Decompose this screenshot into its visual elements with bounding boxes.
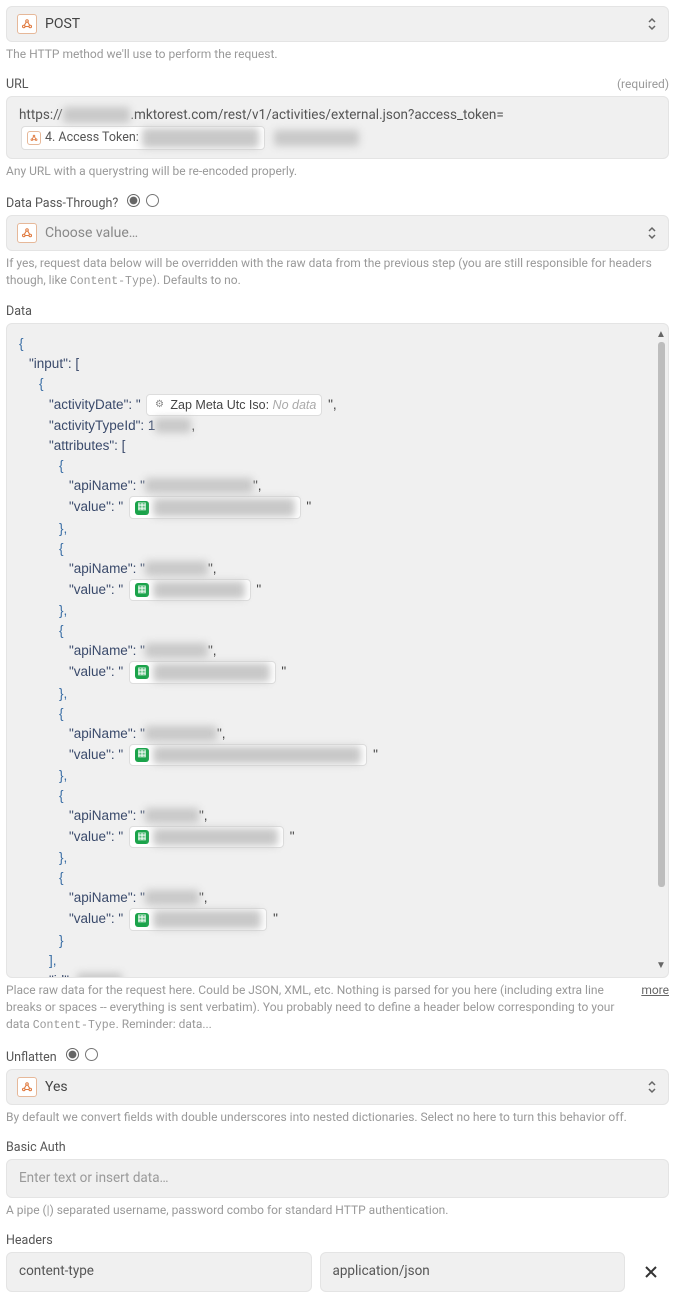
access-token-pill[interactable]: 4. Access Token: XXXXXXXXXXXXXXX bbox=[21, 126, 265, 150]
header-value-input[interactable]: application/json bbox=[320, 1252, 626, 1292]
unflatten-help: By default we convert fields with double… bbox=[6, 1109, 669, 1126]
header-key-input[interactable]: content-type bbox=[6, 1252, 312, 1292]
scroll-up-icon[interactable]: ▲ bbox=[656, 330, 666, 340]
unflatten-value: Yes bbox=[45, 1079, 646, 1095]
unflatten-label: Unflatten bbox=[6, 1050, 57, 1065]
remove-header-button[interactable] bbox=[633, 1254, 669, 1290]
close-icon bbox=[643, 1264, 659, 1280]
sheets-icon: ▦ bbox=[135, 583, 149, 597]
sheets-icon: ▦ bbox=[135, 665, 149, 679]
passthrough-help: If yes, request data below will be overr… bbox=[6, 255, 669, 290]
headers-label: Headers bbox=[6, 1233, 53, 1248]
url-help: Any URL with a querystring will be re-en… bbox=[6, 163, 669, 180]
passthrough-placeholder: Choose value… bbox=[45, 225, 646, 241]
sheets-icon: ▦ bbox=[135, 501, 149, 515]
chevron-updown-icon bbox=[646, 225, 658, 241]
webhook-icon bbox=[27, 131, 41, 145]
sheets-value-pill[interactable]: ▦XXXXXXXXXXXXX bbox=[129, 908, 267, 931]
data-label: Data bbox=[6, 304, 32, 319]
url-required: (required) bbox=[617, 77, 669, 91]
method-help: The HTTP method we'll use to perform the… bbox=[6, 46, 669, 63]
url-input[interactable]: https://XXXXXXXX.mktorest.com/rest/v1/ac… bbox=[6, 96, 669, 160]
unflatten-radio-group bbox=[66, 1048, 98, 1061]
sheets-value-pill[interactable]: ▦XXXXXXXXXXXXXXXXXXXXXXXXX bbox=[129, 744, 367, 767]
sheets-icon: ▦ bbox=[135, 748, 149, 762]
chevron-updown-icon bbox=[646, 16, 658, 32]
passthrough-select[interactable]: Choose value… bbox=[6, 215, 669, 251]
webhook-icon bbox=[17, 223, 37, 243]
passthrough-radio-yes[interactable] bbox=[127, 194, 140, 207]
unflatten-radio-no[interactable] bbox=[85, 1048, 98, 1061]
zap-meta-pill[interactable]: ⚙Zap Meta Utc Iso: No data bbox=[146, 394, 322, 417]
url-label: URL bbox=[6, 77, 29, 92]
sheets-icon: ▦ bbox=[135, 913, 149, 927]
scroll-thumb[interactable] bbox=[658, 342, 665, 887]
basicauth-label: Basic Auth bbox=[6, 1140, 66, 1155]
data-body-input[interactable]: { "input": [ { "activityDate": " ⚙Zap Me… bbox=[6, 323, 669, 978]
scroll-down-icon[interactable]: ▼ bbox=[656, 961, 666, 971]
sheets-icon: ▦ bbox=[135, 830, 149, 844]
passthrough-radio-group bbox=[127, 194, 159, 207]
webhook-icon bbox=[17, 1077, 37, 1097]
basicauth-input[interactable]: Enter text or insert data… bbox=[6, 1159, 669, 1199]
data-help: Place raw data for the request here. Cou… bbox=[6, 982, 669, 1034]
webhook-icon bbox=[17, 14, 37, 34]
basicauth-help: A pipe (|) separated username, password … bbox=[6, 1202, 669, 1219]
sheets-value-pill[interactable]: ▦XXXXXXXXXXXXXX bbox=[129, 661, 276, 684]
gear-icon: ⚙ bbox=[152, 398, 166, 412]
passthrough-label: Data Pass-Through? bbox=[6, 196, 118, 211]
chevron-updown-icon bbox=[646, 1079, 658, 1095]
passthrough-radio-no[interactable] bbox=[146, 194, 159, 207]
unflatten-radio-yes[interactable] bbox=[66, 1048, 79, 1061]
sheets-value-pill[interactable]: ▦XXXXXXXXXXXXXXX bbox=[129, 826, 284, 849]
method-select[interactable]: POST bbox=[6, 6, 669, 42]
sheets-value-pill[interactable]: ▦XXXXXXXXXXX bbox=[129, 579, 251, 602]
sheets-value-pill[interactable]: ▦XXXXXXXXXXXXXXXXX bbox=[129, 496, 301, 519]
unflatten-select[interactable]: Yes bbox=[6, 1069, 669, 1105]
data-more-link[interactable]: more bbox=[641, 982, 669, 999]
method-value: POST bbox=[45, 16, 646, 32]
scrollbar[interactable]: ▲ ▼ bbox=[657, 330, 665, 971]
